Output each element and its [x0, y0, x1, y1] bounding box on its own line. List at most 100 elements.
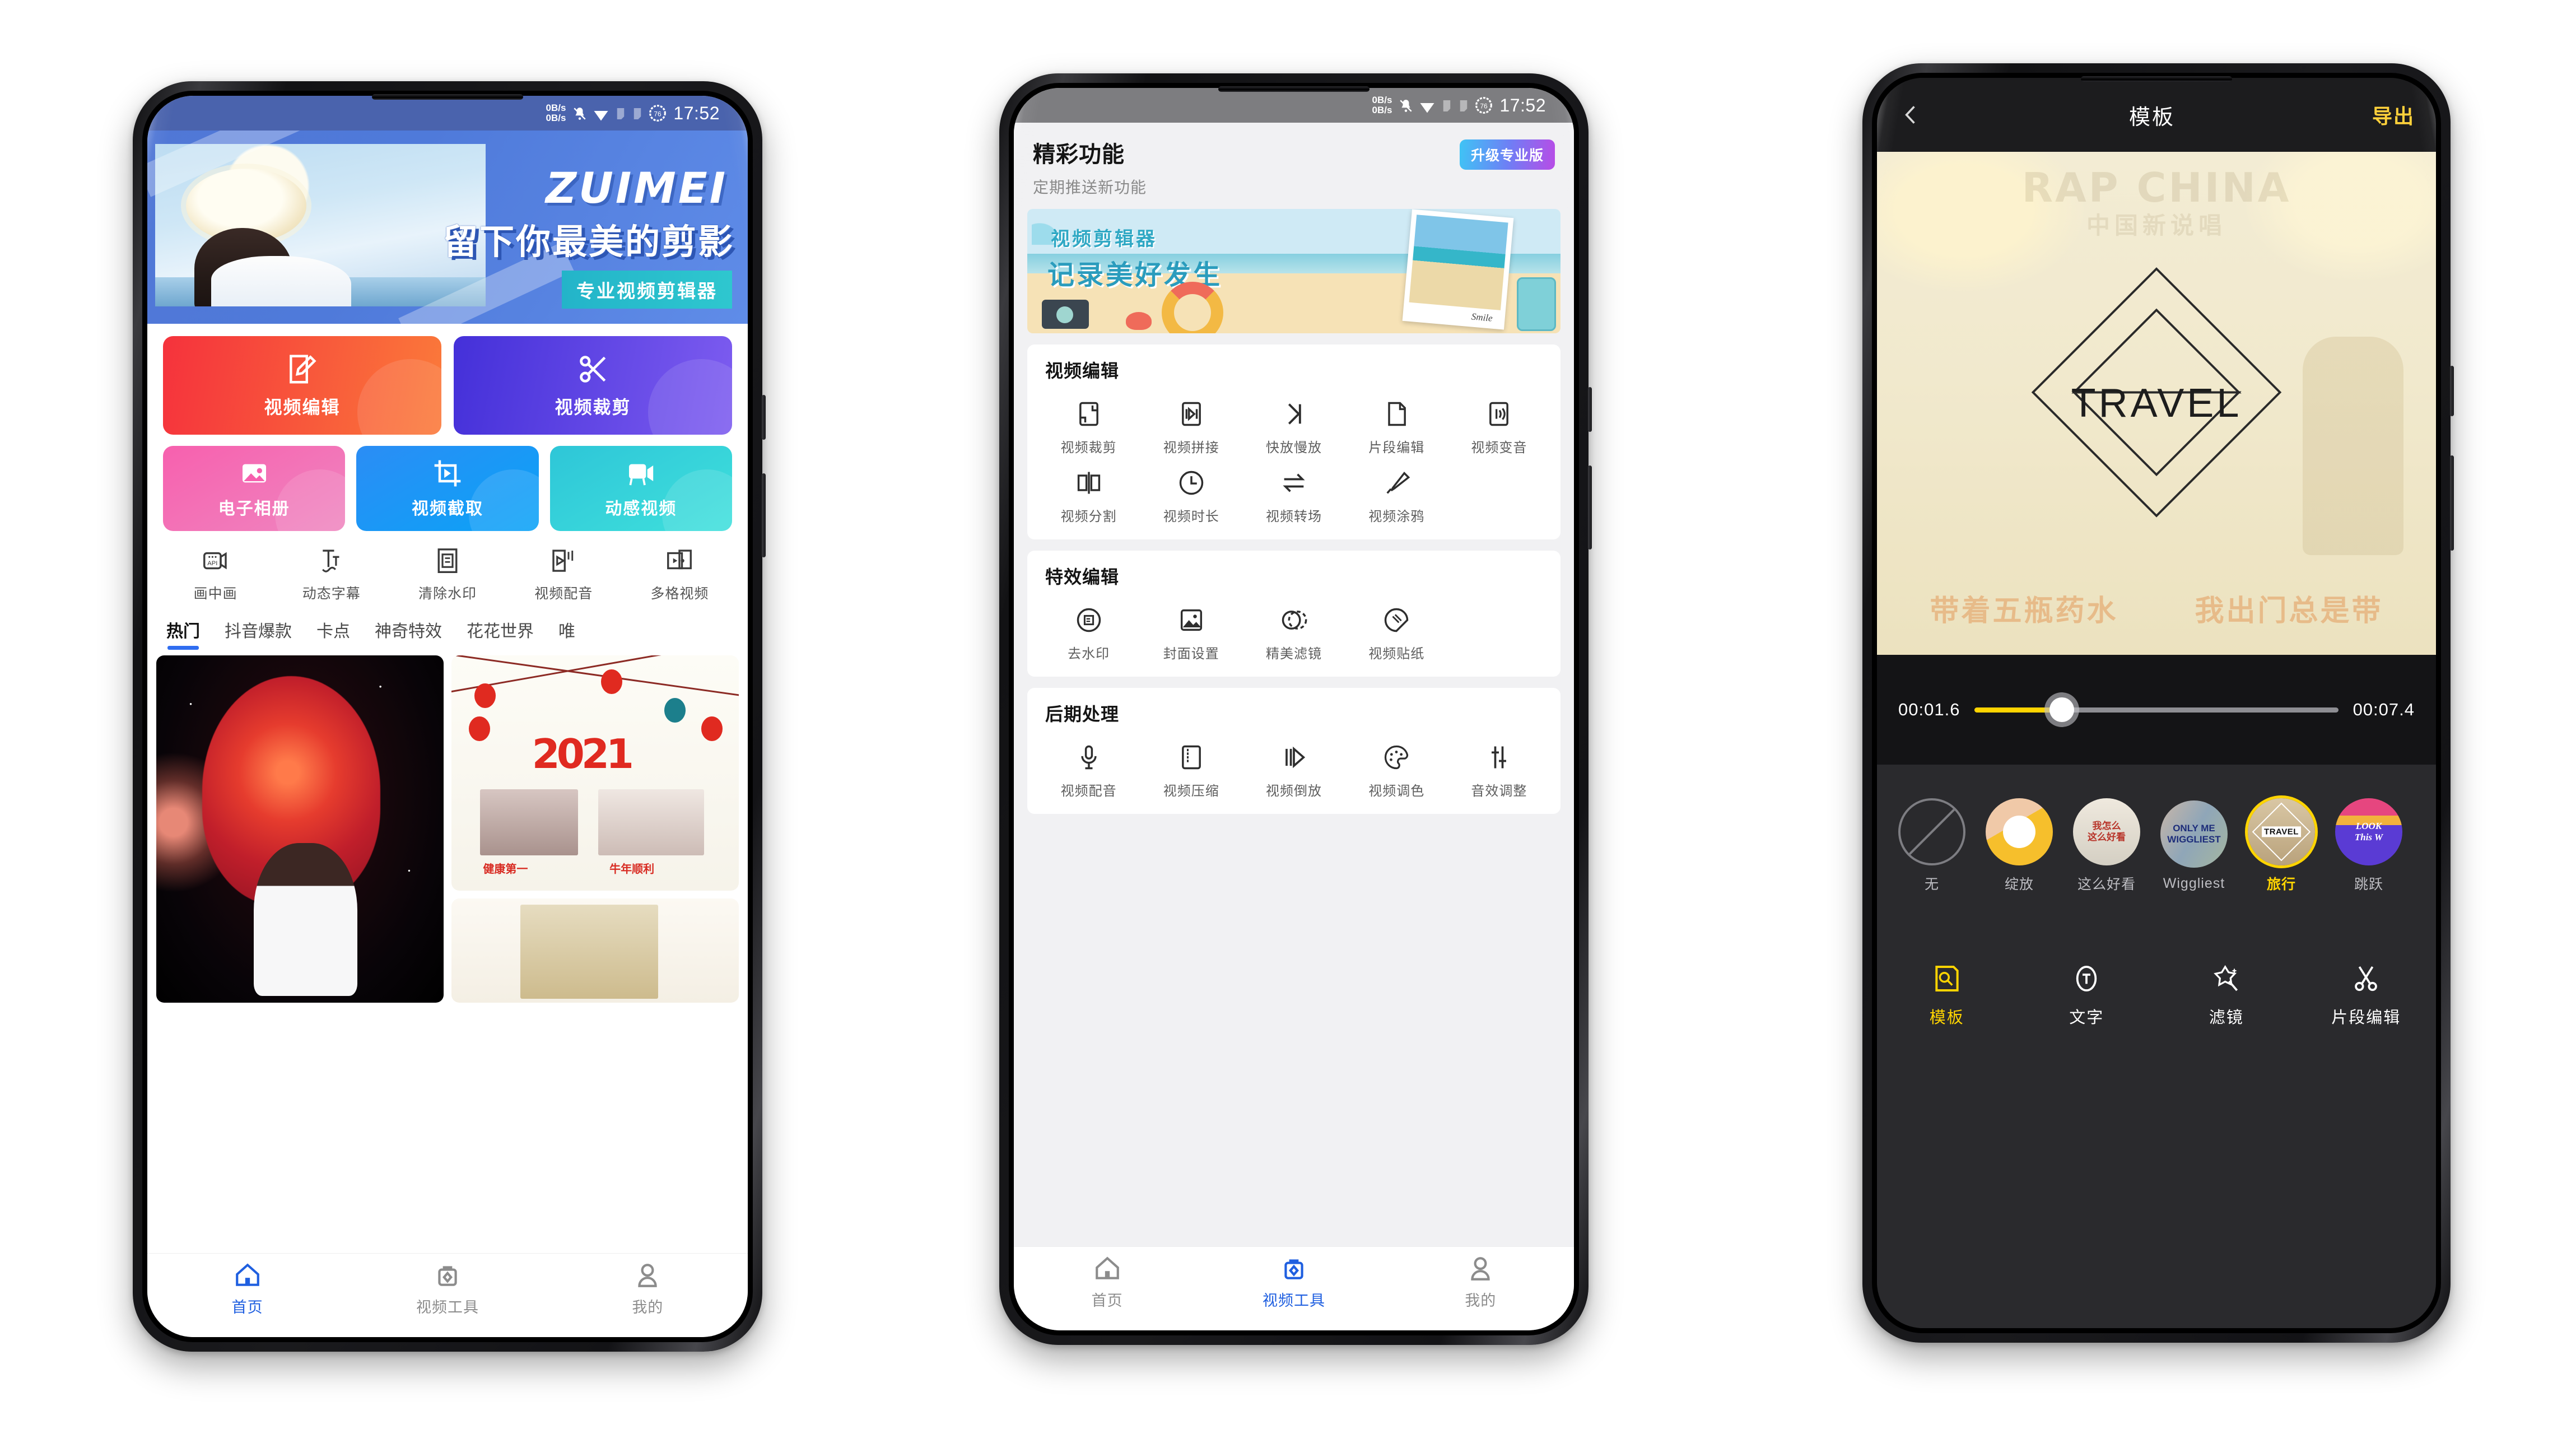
tool-filter[interactable]: 精美滤镜 — [1242, 593, 1345, 662]
crop-icon — [1079, 402, 1098, 426]
page-subtitle: 定期推送新功能 — [1033, 179, 1147, 196]
nav-profile[interactable]: 我的 — [548, 1261, 748, 1317]
promo-banner[interactable]: 视频剪辑器 记录美好发生 Smile — [1027, 209, 1560, 333]
template-item-travel[interactable]: TRAVEL 旅行 — [2246, 798, 2317, 893]
editor-tool-clip-edit[interactable]: 片段编辑 — [2296, 963, 2437, 1028]
template-item-wiggliest[interactable]: ONLY ME WIGGLIEST Wiggliest — [2158, 800, 2230, 892]
tool-voice-change[interactable]: 视频变音 — [1448, 387, 1550, 456]
nav-video-tools[interactable]: 视频工具 — [347, 1261, 547, 1317]
tool-clip-edit[interactable]: 片段编辑 — [1345, 387, 1448, 456]
edit-document-icon — [289, 355, 316, 384]
tile-video-trim[interactable]: 视频裁剪 — [454, 336, 732, 435]
template-item-how-good[interactable]: 我怎么 这么好看 这么好看 — [2071, 798, 2142, 893]
tool-video-transition[interactable]: 视频转场 — [1242, 456, 1345, 525]
timeline-progress-fill — [1974, 707, 2062, 713]
template-item-bloom[interactable]: 绽放 — [1983, 798, 2055, 893]
nav-video-tools[interactable]: 视频工具 — [1200, 1255, 1387, 1310]
picture-in-picture-icon: API — [203, 552, 227, 570]
speed-up-text: 0B/s — [546, 103, 566, 114]
phone1-side-button[interactable] — [762, 395, 766, 440]
editor-tool-filter[interactable]: 滤镜 — [2156, 963, 2296, 1028]
compress-icon — [1181, 745, 1201, 770]
preview-overlay-text: TRAVEL — [2071, 381, 2242, 426]
tool-video-splice[interactable]: 视频拼接 — [1140, 387, 1242, 456]
template-carousel[interactable]: 无 绽放 我怎么 这么好看 这么好看 ONLY ME WIGGLIEST Wiggl… — [1877, 765, 2436, 927]
quick-tool-label: 视频配音 — [534, 586, 593, 602]
sticker-icon — [1385, 608, 1409, 632]
tile-photo-album[interactable]: 电子相册 — [163, 446, 346, 531]
quick-tool-remove-watermark[interactable]: 清除水印 — [389, 546, 505, 603]
quick-tool-multi-grid-video[interactable]: 多格视频 — [622, 546, 738, 603]
upgrade-pro-button[interactable]: 升级专业版 — [1459, 139, 1555, 170]
phone2-volume-button[interactable] — [1588, 465, 1592, 550]
tool-video-doodle[interactable]: 视频涂鸦 — [1345, 456, 1448, 525]
polaroid-photo: Smile — [1402, 209, 1514, 330]
nav-home[interactable]: 首页 — [1014, 1255, 1200, 1310]
clip-edit-icon — [1388, 402, 1406, 426]
scissors-icon — [2355, 966, 2378, 991]
person-icon — [638, 1264, 657, 1287]
tool-video-crop[interactable]: 视频裁剪 — [1037, 387, 1140, 456]
template-thumb: ONLY ME WIGGLIEST — [2160, 800, 2228, 868]
tile-dynamic-video[interactable]: 动感视频 — [549, 446, 732, 531]
section-post-processing: 后期处理 视频配音 视频压缩 视频倒放 视频调色 音效调整 — [1027, 688, 1560, 814]
quick-tool-dynamic-subtitle[interactable]: 动态字幕 — [273, 546, 389, 603]
template-item-jump[interactable]: LOOK This W 跳跃 — [2333, 798, 2405, 893]
template-label: 绽放 — [2004, 877, 2034, 892]
phone3-volume-button[interactable] — [2450, 455, 2454, 551]
tool-audio-adjust[interactable]: 音效调整 — [1448, 730, 1550, 799]
tool-sticker[interactable]: 视频贴纸 — [1345, 593, 1448, 662]
wifi-icon — [594, 111, 608, 121]
tool-label: 音效调整 — [1471, 784, 1527, 799]
tool-reverse-play[interactable]: 视频倒放 — [1242, 730, 1345, 799]
banner-line-1: 视频剪辑器 — [1051, 229, 1157, 250]
person-icon — [1471, 1257, 1490, 1281]
editor-tool-template[interactable]: 模板 — [1877, 963, 2017, 1028]
toolbox-icon — [438, 1266, 457, 1286]
timeline-scrubber[interactable] — [1974, 697, 2339, 722]
editor-tool-text[interactable]: 文字 — [2017, 963, 2157, 1028]
section-effects-editing: 特效编辑 去水印 封面设置 精美滤镜 视频贴纸 — [1027, 551, 1560, 677]
earpiece-speaker — [372, 94, 523, 100]
tile-video-edit[interactable]: 视频编辑 — [163, 336, 441, 435]
tool-video-duration[interactable]: 视频时长 — [1140, 456, 1242, 525]
tab-flower-world[interactable]: 花花世界 — [467, 617, 534, 650]
video-preview[interactable]: RAP CHINA 中国新说唱 TRAVEL 带着五瓶药水 我出门总是带 — [1877, 152, 2436, 655]
tab-hot[interactable]: 热门 — [166, 617, 200, 650]
tab-douyin[interactable]: 抖音爆款 — [225, 617, 292, 650]
tab-wei[interactable]: 唯 — [558, 617, 575, 650]
phone1-volume-button[interactable] — [762, 473, 766, 557]
tool-color-grading[interactable]: 视频调色 — [1345, 730, 1448, 799]
tool-label: 视频贴纸 — [1368, 646, 1425, 662]
template-card-new-year[interactable]: 2021 健康第一 牛年顺利 — [451, 655, 739, 891]
template-item-none[interactable]: 无 — [1896, 798, 1968, 893]
tile-video-capture[interactable]: 视频截取 — [356, 446, 539, 531]
tool-cover-setting[interactable]: 封面设置 — [1140, 593, 1242, 662]
home-hero-banner[interactable]: ZUIMEI 留下你最美的剪影 专业视频剪辑器 — [147, 131, 748, 324]
export-button[interactable]: 导出 — [2372, 100, 2415, 129]
quick-tool-picture-in-picture[interactable]: API 画中画 — [157, 546, 273, 603]
tool-compress[interactable]: 视频压缩 — [1140, 730, 1242, 799]
magic-wand-icon — [2213, 965, 2238, 991]
phone3-side-button[interactable] — [2450, 366, 2454, 416]
tool-speed[interactable]: 快放慢放 — [1242, 387, 1345, 456]
tab-kadian[interactable]: 卡点 — [316, 617, 350, 650]
nav-profile[interactable]: 我的 — [1387, 1255, 1574, 1310]
phone2-side-button[interactable] — [1588, 387, 1592, 432]
quick-tool-video-dubbing[interactable]: 视频配音 — [506, 546, 622, 603]
tile-label: 视频截取 — [411, 500, 483, 518]
tool-remove-watermark[interactable]: 去水印 — [1037, 593, 1140, 662]
section-video-editing: 视频编辑 视频裁剪 视频拼接 快放慢放 片段编辑 视频变音 视频分割 视频时长 … — [1027, 344, 1560, 539]
network-speed-indicator: 0B/s 0B/s — [1372, 95, 1392, 115]
tab-magic-effects[interactable]: 神奇特效 — [375, 617, 442, 650]
timeline-knob[interactable] — [2049, 697, 2075, 722]
tool-dubbing[interactable]: 视频配音 — [1037, 730, 1140, 799]
back-button[interactable] — [1898, 101, 1932, 129]
tool-video-split[interactable]: 视频分割 — [1037, 456, 1140, 525]
template-card-new-year-2[interactable] — [451, 898, 739, 1003]
clock-text: 17:52 — [673, 103, 720, 123]
voice-change-icon — [1489, 402, 1509, 426]
template-card-night[interactable] — [156, 655, 444, 1003]
nav-home[interactable]: 首页 — [147, 1261, 347, 1317]
remove-watermark-icon — [1077, 608, 1101, 632]
